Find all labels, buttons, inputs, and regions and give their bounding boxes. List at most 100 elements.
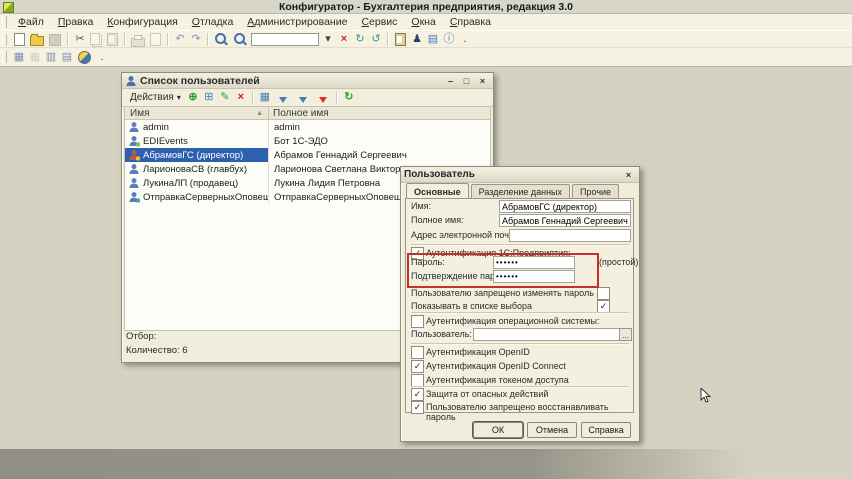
edit-user-icon[interactable]: ✎ <box>217 90 233 105</box>
user-list-title: Список пользователей <box>140 75 260 87</box>
separator <box>411 343 629 344</box>
danger-actions-checkbox[interactable]: ✓ <box>411 388 424 401</box>
toolbar-overflow-dot[interactable]: . <box>457 32 473 47</box>
user-list-toolbar: Действия ▾ ⊕⊞✎× ▦ ↻ <box>122 89 493 107</box>
menu-item[interactable]: Файл <box>11 15 51 29</box>
table-row[interactable]: EDIEvents Бот 1С-ЭДО <box>125 134 490 148</box>
count-label: Количество: 6 <box>126 345 188 356</box>
table-row[interactable]: АбрамовГС (директор) Абрамов Геннадий Се… <box>125 148 490 162</box>
toolbar-separator <box>387 33 389 46</box>
cut-icon[interactable]: ✂ <box>72 32 88 47</box>
user-icon <box>128 177 140 189</box>
toolbar-separator <box>252 91 254 104</box>
refresh-icon[interactable]: ↻ <box>341 90 357 105</box>
table-row[interactable]: admin admin <box>125 120 490 134</box>
clear-search-icon[interactable]: × <box>336 32 352 47</box>
openid-connect-checkbox[interactable]: ✓ <box>411 360 424 373</box>
compare-configuration-icon[interactable]: ▤ <box>59 50 75 65</box>
new-document-icon[interactable] <box>14 33 25 46</box>
copy-user-icon[interactable]: ⊞ <box>201 90 217 105</box>
os-user-field[interactable] <box>473 328 621 341</box>
find-next-icon[interactable]: ↻ <box>352 32 368 47</box>
column-header-full-name[interactable]: Полное имя <box>269 107 490 119</box>
open-file-icon[interactable] <box>30 36 44 46</box>
syntax-check-icon[interactable]: ♟ <box>409 32 425 47</box>
minimize-button[interactable]: – <box>443 74 458 87</box>
find-icon[interactable] <box>215 33 226 44</box>
toolbar-overflow-dot[interactable]: . <box>94 50 110 65</box>
close-icon[interactable]: × <box>621 168 636 181</box>
cancel-button[interactable]: Отмена <box>527 422 577 438</box>
app-titlebar: Конфигуратор - Бухгалтерия предприятия, … <box>0 0 852 14</box>
list-toolbar-icons: ⊕⊞✎× ▦ ↻ <box>185 90 357 105</box>
menubar: ФайлПравкаКонфигурацияОтладкаАдминистрир… <box>0 14 852 30</box>
separator <box>411 312 629 313</box>
save-icon <box>49 34 61 46</box>
column-header-name[interactable]: Имя ▲ <box>125 107 269 119</box>
password-confirm-field[interactable] <box>493 270 575 283</box>
undo-icon[interactable]: ↶ <box>172 32 188 47</box>
toolbar-grip[interactable] <box>2 16 7 28</box>
about-icon[interactable]: ⓘ <box>441 32 457 47</box>
tab-inactive[interactable]: Прочие <box>572 184 619 199</box>
filter-by-value-icon[interactable] <box>299 97 307 103</box>
password-field[interactable] <box>493 256 575 269</box>
syntax-help-icon[interactable]: ▤ <box>425 32 441 47</box>
name-field[interactable] <box>499 200 631 213</box>
actions-menu-button[interactable]: Действия ▾ <box>126 91 185 104</box>
configuration-toolbar: ▦▦▥▤. <box>0 47 852 67</box>
menu-item[interactable]: Отладка <box>185 15 241 29</box>
menu-item[interactable]: Справка <box>443 15 498 29</box>
menu-item[interactable]: Сервис <box>354 15 404 29</box>
separator <box>411 244 629 245</box>
openid-checkbox[interactable] <box>411 346 424 359</box>
os-auth-checkbox[interactable] <box>411 315 424 328</box>
bottom-shade <box>0 449 852 479</box>
paste-icon <box>107 33 118 46</box>
user-dialog: Пользователь × ОсновныеРазделение данных… <box>400 166 640 442</box>
ok-button[interactable]: ОК <box>473 422 523 438</box>
redo-icon[interactable]: ↷ <box>188 32 204 47</box>
help-button[interactable]: Справка <box>581 422 631 438</box>
menu-item[interactable]: Окна <box>404 15 442 29</box>
email-field[interactable] <box>509 229 631 242</box>
open-configuration-icon[interactable]: ▦ <box>11 50 27 65</box>
search-dropdown-icon[interactable]: ▾ <box>320 32 336 47</box>
menu-item[interactable]: Конфигурация <box>100 15 184 29</box>
copy-icon <box>90 33 100 45</box>
filter-label: Отбор: <box>126 331 156 342</box>
find-previous-icon[interactable]: ↺ <box>368 32 384 47</box>
search-input[interactable] <box>251 33 319 46</box>
tab-inactive[interactable]: Разделение данных <box>471 184 570 199</box>
forbid-recover-password-checkbox[interactable]: ✓ <box>411 401 424 414</box>
user-icon <box>128 121 140 133</box>
menu-item[interactable]: Администрирование <box>240 15 354 29</box>
full-name-field[interactable] <box>499 214 631 227</box>
database-configuration-icon[interactable]: ▥ <box>43 50 59 65</box>
start-enterprise-icon[interactable] <box>78 51 91 64</box>
menu-item[interactable]: Правка <box>51 15 100 29</box>
toolbar-grip[interactable] <box>2 34 7 46</box>
toolbar-grip[interactable] <box>2 51 7 63</box>
user-list-titlebar[interactable]: Список пользователей – □ × <box>122 73 493 89</box>
maximize-button[interactable]: □ <box>459 74 474 87</box>
global-search-icon[interactable] <box>234 33 245 44</box>
forbid-change-password-row: Пользователю запрещено изменять пароль <box>401 287 639 300</box>
clear-filter-icon[interactable] <box>319 97 327 103</box>
users-window-icon <box>125 75 137 87</box>
separator <box>411 386 629 387</box>
browse-button[interactable]: ... <box>619 328 632 341</box>
list-settings-icon[interactable]: ▦ <box>257 90 273 105</box>
forbid-change-password-checkbox[interactable] <box>597 287 610 300</box>
user-dialog-titlebar[interactable]: Пользователь × <box>401 167 639 183</box>
close-button[interactable]: × <box>475 74 490 87</box>
add-user-icon[interactable]: ⊕ <box>185 90 201 105</box>
delete-user-icon[interactable]: × <box>233 90 249 105</box>
dialog-tabs: ОсновныеРазделение данныхПрочие <box>406 184 619 199</box>
set-filter-sort-icon[interactable] <box>279 97 287 103</box>
app-title: Конфигуратор - Бухгалтерия предприятия, … <box>0 1 852 13</box>
toolbar-separator <box>67 33 69 46</box>
tab-active[interactable]: Основные <box>406 183 469 198</box>
toolbar-right-icons: ▾×↻↺ ♟▤ⓘ. <box>320 32 473 47</box>
format-check-icon[interactable] <box>395 33 406 46</box>
